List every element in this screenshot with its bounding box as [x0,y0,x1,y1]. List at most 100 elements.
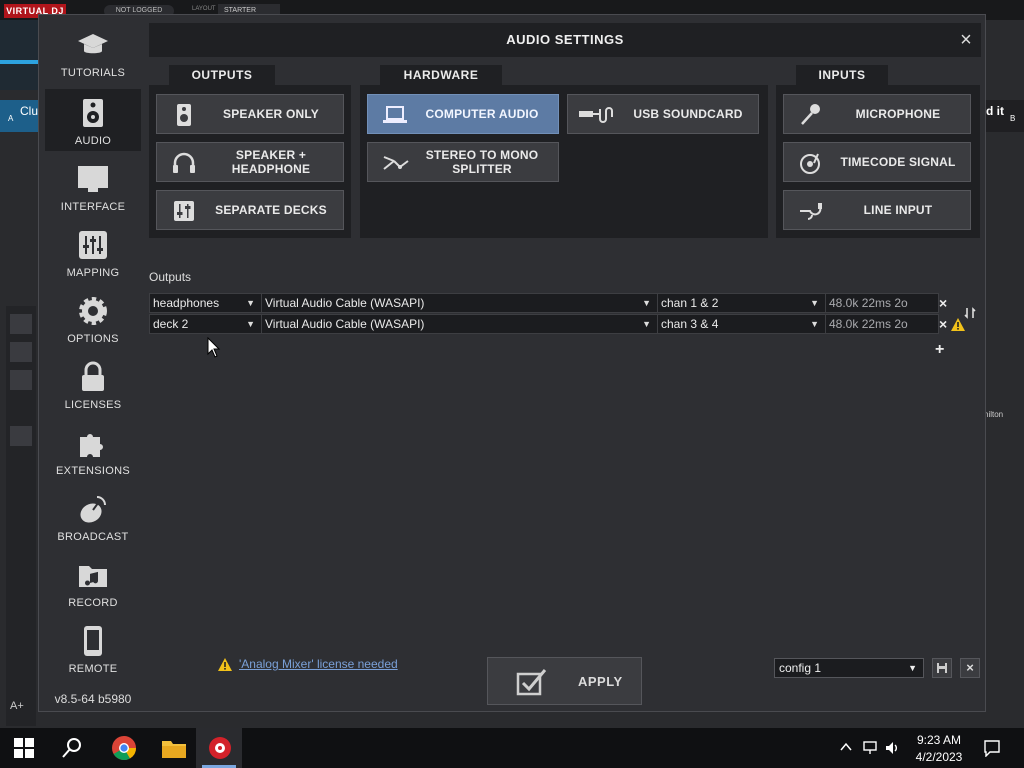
volume-icon[interactable] [884,740,902,756]
puzzle-icon [80,434,103,457]
deck-a-label: A [8,114,14,123]
floppy-disk-icon [937,663,947,673]
dialog-title: AUDIO SETTINGS [506,32,624,47]
sidebar-item-label: TUTORIALS [60,67,126,79]
output-type-value: deck 2 [153,317,189,331]
taskbar-virtualdj-active[interactable] [196,728,242,768]
apply-label: APPLY [578,674,623,689]
output-type-select[interactable]: deck 2 ▼ [150,315,262,334]
button-label: MICROPHONE [855,107,941,121]
config-select[interactable]: config 1 ▼ [774,658,924,678]
font-size-button[interactable]: A+ [10,700,24,712]
sidebar-item-extensions[interactable]: EXTENSIONS [45,419,141,481]
computer-audio-button[interactable]: COMPUTER AUDIO [367,94,559,134]
button-label: LINE INPUT [863,203,933,217]
sidebar-item-label: AUDIO [74,135,112,147]
chevron-down-icon: ▼ [810,298,819,308]
speaker-only-button[interactable]: SPEAKER ONLY [156,94,344,134]
search-icon[interactable] [60,736,84,760]
network-icon[interactable] [862,740,880,756]
device-select[interactable]: Virtual Audio Cable (WASAPI) ▼ [262,315,658,334]
satellite-dish-icon [80,496,106,523]
latency-info: 48.0k 22ms 2o [829,296,908,310]
delete-config-button[interactable]: × [960,658,980,678]
apply-button[interactable]: APPLY [487,657,642,705]
sidebar-item-mapping[interactable]: MAPPING [45,221,141,283]
music-folder-icon [79,566,107,587]
sidebar-item-record[interactable]: RECORD [45,551,141,613]
left-deck-header: Clu [0,100,40,132]
sidebar-item-options[interactable]: OPTIONS [45,287,141,349]
sidebar-item-interface[interactable]: INTERFACE [45,155,141,217]
remove-row-button[interactable]: × [939,295,947,311]
license-needed-link[interactable]: 'Analog Mixer' license needed [239,657,398,671]
warning-icon [951,318,965,331]
layout-label: LAYOUT [192,6,216,12]
tab-inputs: INPUTS [796,65,888,85]
device-select[interactable]: Virtual Audio Cable (WASAPI) ▼ [262,294,658,313]
close-button[interactable]: × [955,29,977,51]
stereo-to-mono-button[interactable]: STEREO TO MONO SPLITTER [367,142,559,182]
line-input-button[interactable]: LINE INPUT [783,190,971,230]
usb-soundcard-button[interactable]: USB SOUNDCARD [567,94,759,134]
button-label: TIMECODE SIGNAL [840,155,956,169]
back-icon[interactable] [10,426,32,446]
chevron-down-icon: ▼ [642,319,651,329]
save-config-button[interactable] [932,658,952,678]
version-label: v8.5-64 b5980 [54,692,132,706]
tab-hardware: HARDWARE [380,65,502,85]
output-type-value: headphones [153,296,220,310]
table-row: headphones ▼ Virtual Audio Cable (WASAPI)… [149,293,939,313]
sidebar-item-tutorials[interactable]: TUTORIALS [45,21,141,83]
warning-icon [218,658,232,671]
tab-outputs: OUTPUTS [169,65,275,85]
channels-value: chan 3 & 4 [661,317,719,331]
right-deck-header: d it [984,100,1024,132]
remove-row-button[interactable]: × [939,316,947,332]
browser-track-name: hilton [984,410,1004,419]
splitter-cable-icon [383,156,409,170]
table-row: deck 2 ▼ Virtual Audio Cable (WASAPI) ▼ ch… [149,314,939,334]
output-type-select[interactable]: headphones ▼ [150,294,262,313]
smartphone-icon [84,626,102,656]
sidebar-item-label: RECORD [68,597,118,609]
filter-icon[interactable] [10,370,32,390]
channels-select[interactable]: chan 1 & 2 ▼ [658,294,826,313]
left-deck-title: Clu [20,104,39,118]
checkbox-check-icon [516,669,547,696]
button-label: SEPARATE DECKS [215,203,327,217]
chevron-up-icon[interactable] [840,742,852,752]
speaker-headphone-button[interactable]: SPEAKER + HEADPHONE [156,142,344,182]
file-explorer-icon[interactable] [160,734,188,762]
sidebar-item-label: MAPPING [66,267,120,279]
microphone-button[interactable]: MICROPHONE [783,94,971,134]
config-value: config 1 [779,661,822,675]
clock-time[interactable]: 9:23 AM [904,733,974,747]
star-icon[interactable] [10,314,32,334]
sidebar-item-broadcast[interactable]: BROADCAST [45,485,141,547]
sidebar-item-licenses[interactable]: LICENSES [45,353,141,415]
sidebar-item-remote[interactable]: REMOTE [45,617,141,679]
separate-decks-button[interactable]: SEPARATE DECKS [156,190,344,230]
add-output-button[interactable]: + [935,341,944,359]
chrome-icon[interactable] [110,734,138,762]
outputs-heading: Outputs [149,270,192,284]
virtualdj-icon [209,737,231,759]
timecode-signal-button[interactable]: TIMECODE SIGNAL [783,142,971,182]
sidebar-item-audio[interactable]: AUDIO [45,89,141,151]
sidebar-item-label: LICENSES [64,399,122,411]
chevron-down-icon: ▼ [810,319,819,329]
button-label: SPEAKER + HEADPHONE [231,148,311,176]
channels-value: chan 1 & 2 [661,296,719,310]
folder-icon[interactable] [10,342,32,362]
laptop-icon [383,106,407,123]
speaker-icon [177,104,191,126]
clock-date[interactable]: 4/2/2023 [904,750,974,764]
settings-sidebar: TUTORIALS AUDIO INTERFACE MAPPING OPTION… [39,15,147,711]
channels-select[interactable]: chan 3 & 4 ▼ [658,315,826,334]
notifications-icon[interactable] [983,739,1001,757]
windows-start-icon[interactable] [12,736,36,760]
taskbar: 9:23 AM 4/2/2023 [0,728,1024,768]
inputs-panel: MICROPHONE TIMECODE SIGNAL LINE INPUT [776,85,980,238]
dialog-title-bar: AUDIO SETTINGS × [149,23,981,57]
